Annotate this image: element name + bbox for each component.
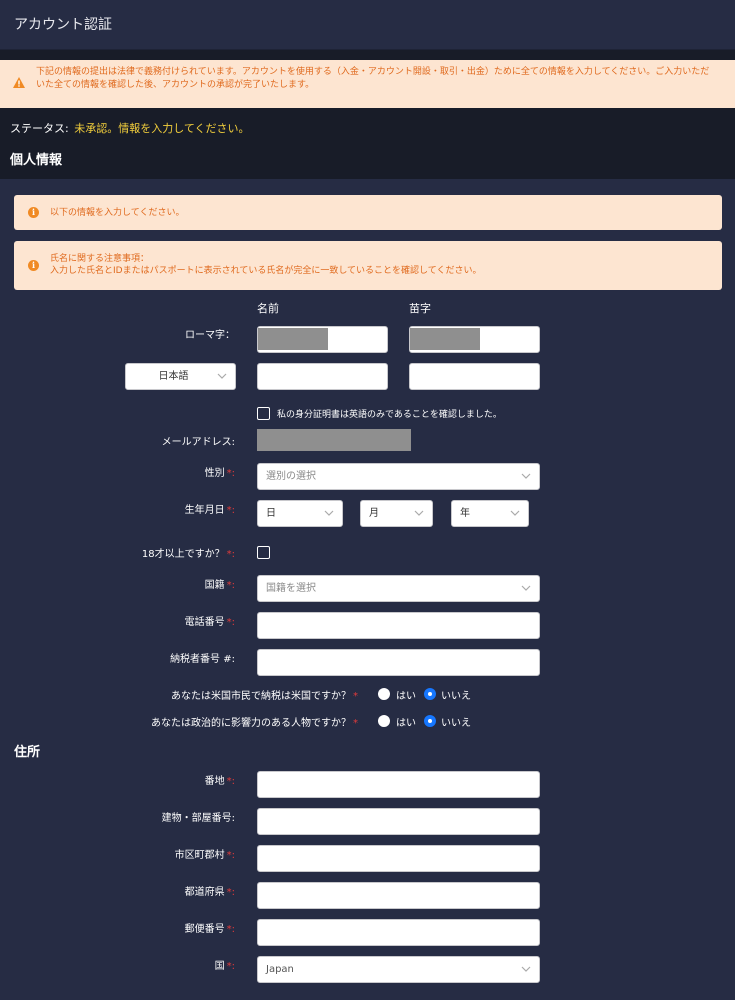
info-icon: i <box>28 260 39 271</box>
chevron-down-icon <box>521 473 531 479</box>
status-label: ステータス: <box>10 122 69 135</box>
info-icon: i <box>28 207 39 218</box>
nationality-select[interactable]: 国籍を選択 <box>257 575 540 602</box>
us-citizen-yes-radio[interactable] <box>378 688 390 700</box>
english-only-checkbox[interactable] <box>257 407 270 420</box>
pep-yes-radio[interactable] <box>378 715 390 727</box>
gender-select[interactable]: 選別の選択 <box>257 463 540 490</box>
city-label: 市区町郡村 *: <box>174 850 235 861</box>
building-input[interactable] <box>257 808 540 835</box>
last-name-romaji-input[interactable] <box>409 326 540 353</box>
city-input[interactable] <box>257 845 540 872</box>
postal-label: 郵便番号 *: <box>184 924 235 935</box>
name-language-value: 日本語 <box>158 371 189 382</box>
notice-name-rules-title: 氏名に関する注意事項： <box>50 254 150 264</box>
email-label: メールアドレス: <box>161 437 235 448</box>
personal-info-title: 個人情報 <box>10 153 63 168</box>
pep-question: あなたは政治的に影響力のある人物ですか？ * <box>151 718 358 729</box>
verification-status: ステータス: 未承認。情報を入力してください。 <box>10 120 250 136</box>
prefecture-input[interactable] <box>257 882 540 909</box>
legal-alert-line1: 下記の情報の提出は法律で義務付けられています。アカウントを使用する（入金・アカウ… <box>36 67 710 77</box>
first-name-native-input[interactable] <box>257 363 388 390</box>
chevron-down-icon <box>510 510 520 516</box>
dob-month-select[interactable]: 月 <box>360 500 433 527</box>
notice-enter-info-text: 以下の情報を入力してください。 <box>50 208 185 218</box>
tax-number-input[interactable] <box>257 649 540 676</box>
header-bar: アカウント認証 <box>0 0 735 50</box>
redacted-value <box>410 328 480 350</box>
notice-enter-info: i 以下の情報を入力してください。 <box>14 195 722 230</box>
adult-checkbox[interactable] <box>257 546 270 559</box>
prefecture-label: 都道府県 *: <box>184 887 235 898</box>
chevron-down-icon <box>521 966 531 972</box>
us-citizen-no-radio[interactable] <box>424 688 436 700</box>
pep-yes-label: はい <box>396 718 416 729</box>
postal-code-input[interactable] <box>257 919 540 946</box>
legal-alert-line2: いた全ての情報を確認した後、アカウントの承認が完了いたします。 <box>36 80 315 90</box>
english-only-label: 私の身分証明書は英語のみであることを確認しました。 <box>277 410 502 420</box>
nationality-label: 国籍 *: <box>204 580 235 591</box>
email-value-redacted <box>257 429 411 451</box>
legal-alert: 下記の情報の提出は法律で義務付けられています。アカウントを使用する（入金・アカウ… <box>0 60 735 108</box>
first-name-romaji-input[interactable] <box>257 326 388 353</box>
dob-day-select[interactable]: 日 <box>257 500 343 527</box>
name-language-select[interactable]: 日本語 <box>125 363 236 390</box>
pep-no-radio[interactable] <box>424 715 436 727</box>
chevron-down-icon <box>324 510 334 516</box>
dob-label: 生年月日 *: <box>184 505 235 516</box>
nationality-placeholder: 国籍を選択 <box>266 583 316 594</box>
pep-no-label: いいえ <box>441 718 471 729</box>
chevron-down-icon <box>414 510 424 516</box>
country-value: Japan <box>266 964 294 975</box>
warning-icon <box>13 77 25 88</box>
page-title: アカウント認証 <box>14 17 112 33</box>
us-citizen-question: あなたは米国市民で納税は米国ですか？ * <box>171 691 358 702</box>
romaji-label: ローマ字： <box>185 330 235 341</box>
chevron-down-icon <box>521 585 531 591</box>
street-input[interactable] <box>257 771 540 798</box>
redacted-value <box>258 328 328 350</box>
status-value: 未承認。情報を入力してください。 <box>74 122 250 135</box>
phone-input[interactable] <box>257 612 540 639</box>
tax-label: 納税者番号 #: <box>170 654 235 665</box>
gender-placeholder: 選別の選択 <box>266 471 316 482</box>
first-name-header: 名前 <box>257 302 279 315</box>
address-title: 住所 <box>14 745 41 760</box>
last-name-header: 苗字 <box>409 302 431 315</box>
adult-label: 18才以上ですか？ *: <box>141 549 235 560</box>
phone-label: 電話番号 *: <box>184 617 235 628</box>
chevron-down-icon <box>217 373 227 379</box>
country-label: 国 *: <box>214 961 235 972</box>
notice-name-rules-text: 入力した氏名とIDまたはパスポートに表示されている氏名が完全に一致していることを… <box>50 266 482 276</box>
us-citizen-no-label: いいえ <box>441 691 471 702</box>
street-label: 番地 *: <box>204 776 235 787</box>
us-citizen-yes-label: はい <box>396 691 416 702</box>
country-select[interactable]: Japan <box>257 956 540 983</box>
dob-month-value: 月 <box>369 508 379 519</box>
dob-year-select[interactable]: 年 <box>451 500 529 527</box>
dob-day-value: 日 <box>266 508 276 519</box>
building-label: 建物・部屋番号: <box>161 813 235 824</box>
gender-label: 性別 *: <box>204 468 235 479</box>
dob-year-value: 年 <box>460 508 470 519</box>
last-name-native-input[interactable] <box>409 363 540 390</box>
notice-name-rules: i 氏名に関する注意事項： 入力した氏名とIDまたはパスポートに表示されている氏… <box>14 241 722 290</box>
